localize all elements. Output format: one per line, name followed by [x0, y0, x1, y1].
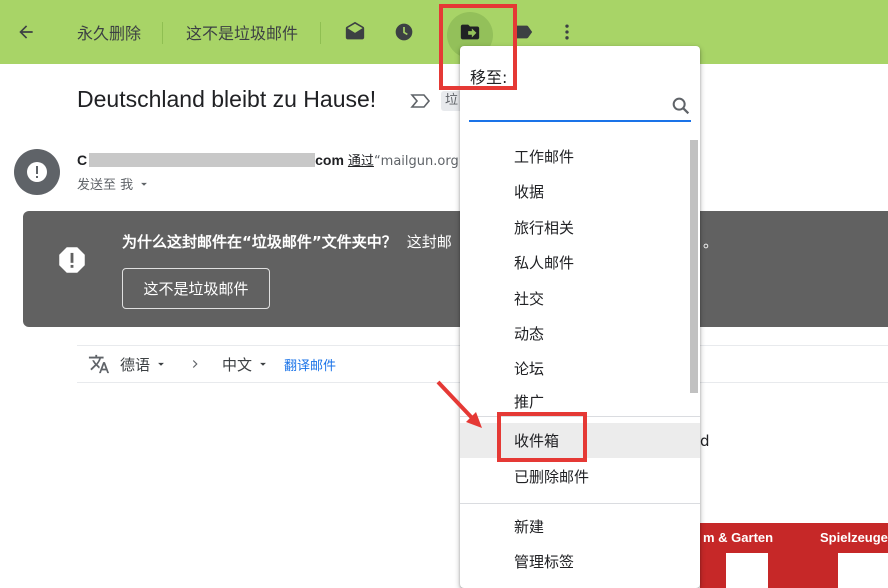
background-text-fragment: d	[700, 432, 710, 450]
via-link[interactable]: 通过	[348, 154, 374, 169]
to-label: 发送至 我	[77, 178, 134, 193]
move-to-menu: 移至: 工作邮件 收据 旅行相关 私人邮件 社交 动态 论坛 推广 收件箱 已删…	[460, 46, 700, 588]
clock-icon[interactable]	[392, 20, 416, 44]
menu-item-receipts[interactable]: 收据	[460, 174, 690, 209]
more-vert-icon[interactable]	[555, 20, 579, 44]
spam-warning-explanation: 这封邮	[406, 233, 452, 251]
highlight-move-button	[439, 4, 517, 90]
menu-item-work[interactable]: 工作邮件	[460, 139, 690, 174]
menu-item-manage-labels[interactable]: 管理标签	[460, 544, 690, 579]
envelope-open-icon[interactable]	[343, 20, 367, 44]
banner-item-garden[interactable]: m & Garten	[703, 530, 773, 545]
translate-icon	[88, 354, 110, 374]
sender-name-start: C	[77, 151, 88, 168]
not-spam-button[interactable]: 这不是垃圾邮件	[186, 0, 298, 64]
label-search-input[interactable]	[469, 96, 659, 120]
spam-warning-tail: 。	[703, 233, 719, 251]
menu-item-forums[interactable]: 论坛	[460, 351, 690, 386]
delete-forever-button[interactable]: 永久删除	[77, 0, 141, 64]
banner-cell	[838, 553, 888, 588]
chevron-down-icon[interactable]	[256, 357, 270, 371]
menu-item-travel[interactable]: 旅行相关	[460, 210, 690, 245]
translate-bar: 德语 中文 翻译邮件	[88, 352, 336, 376]
recipient-line[interactable]: 发送至 我	[77, 174, 151, 193]
highlight-inbox-item	[497, 412, 587, 462]
toolbar-divider	[162, 22, 163, 44]
via-domain: “mailgun.org”	[373, 154, 466, 169]
spam-warning-banner: 为什么这封邮件在“垃圾邮件”文件夹中？ 这封邮 。 这不是垃圾邮件	[23, 211, 888, 327]
chevron-right-icon	[192, 360, 198, 368]
alert-icon	[27, 162, 47, 182]
search-icon[interactable]	[670, 95, 692, 121]
warning-octagon-icon	[55, 243, 89, 281]
menu-item-trash[interactable]: 已删除邮件	[460, 459, 690, 494]
banner-cell	[726, 553, 768, 588]
menu-item-updates[interactable]: 动态	[460, 316, 690, 351]
arrow-left-icon[interactable]	[14, 20, 38, 44]
toolbar-divider	[320, 22, 321, 44]
chevron-down-icon[interactable]	[137, 177, 151, 191]
via-text: 通过“mailgun.org”	[348, 150, 466, 169]
avatar	[14, 149, 60, 195]
source-language[interactable]: 德语	[120, 354, 150, 375]
sender-domain-end: com	[315, 151, 344, 168]
menu-divider	[460, 503, 700, 504]
menu-item-social[interactable]: 社交	[460, 281, 690, 316]
spam-warning-text: 为什么这封邮件在“垃圾邮件”文件夹中？ 这封邮	[122, 231, 452, 252]
importance-marker-icon[interactable]	[410, 92, 432, 114]
not-spam-banner-button[interactable]: 这不是垃圾邮件	[122, 268, 270, 309]
redacted-sender	[89, 152, 316, 167]
menu-scrollbar[interactable]	[690, 140, 698, 393]
sender-line: C com 通过“mailgun.org”	[77, 150, 466, 170]
translate-message-link[interactable]: 翻译邮件	[284, 355, 336, 374]
menu-item-personal[interactable]: 私人邮件	[460, 245, 690, 280]
spam-warning-question: 为什么这封邮件在“垃圾邮件”文件夹中？	[122, 233, 397, 251]
banner-item-toys[interactable]: Spielzeuge	[820, 530, 888, 545]
chevron-down-icon[interactable]	[154, 357, 168, 371]
email-subject: Deutschland bleibt zu Hause!	[77, 86, 377, 112]
menu-item-create-new[interactable]: 新建	[460, 509, 690, 544]
label-search	[469, 96, 691, 122]
target-language[interactable]: 中文	[222, 354, 252, 375]
annotation-arrow-icon	[436, 380, 482, 428]
